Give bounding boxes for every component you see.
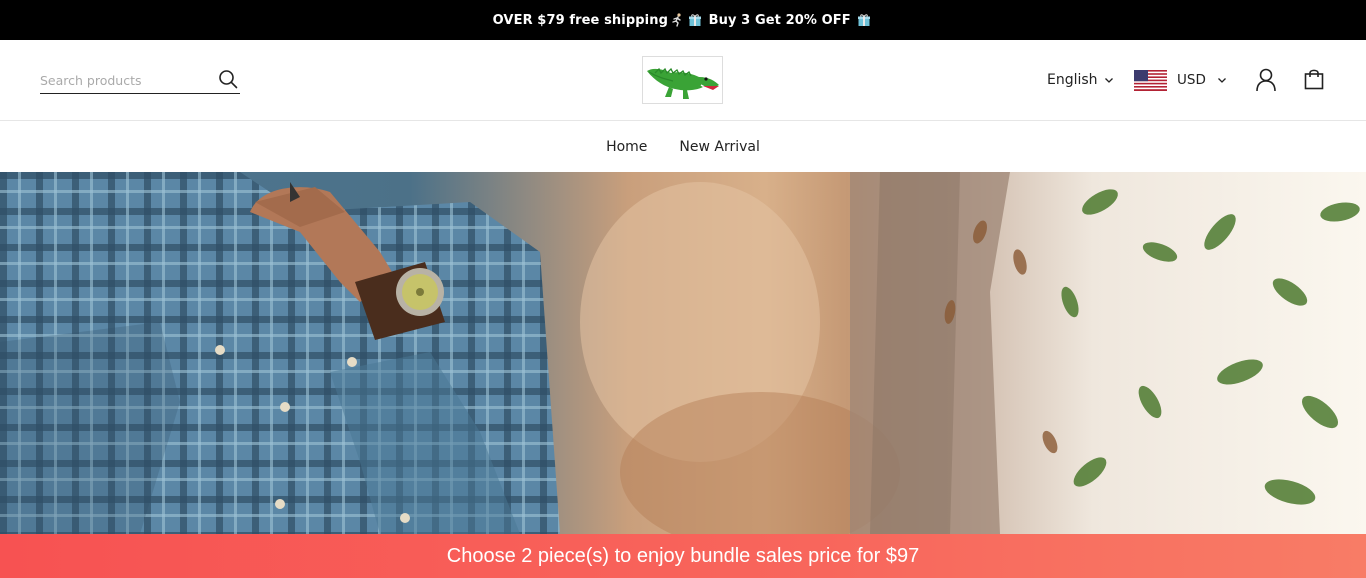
chevron-down-icon [1217, 78, 1226, 83]
announcement-offer-text: Buy 3 Get 20% OFF [703, 12, 856, 28]
announcement-shipping-text: OVER $79 free shipping [492, 12, 668, 28]
search-form [40, 68, 240, 94]
account-icon[interactable] [1255, 68, 1277, 92]
gift-icon [688, 14, 701, 26]
nav-item-new-arrival[interactable]: New Arrival [679, 139, 759, 155]
language-selector[interactable]: English [1047, 70, 1114, 90]
hero-banner-image [0, 172, 1366, 534]
currency-selector[interactable]: USD [1134, 69, 1227, 91]
language-label: English [1047, 72, 1098, 88]
bundle-sale-text: Choose 2 piece(s) to enjoy bundle sales … [446, 544, 920, 567]
search-input[interactable] [40, 69, 210, 92]
main-nav: Home New Arrival [0, 121, 1366, 172]
crocodile-logo-icon [647, 67, 720, 99]
announcement-bar: OVER $79 free shipping Buy 3 Get 20% OFF [0, 0, 1366, 40]
site-logo[interactable] [642, 56, 723, 104]
chevron-down-icon [1104, 78, 1113, 83]
cart-bag-icon[interactable] [1304, 68, 1324, 90]
search-icon[interactable] [218, 69, 238, 89]
hero-illustration [0, 172, 1360, 534]
bundle-sale-banner[interactable]: Choose 2 piece(s) to enjoy bundle sales … [0, 534, 1366, 578]
gift-icon [858, 14, 871, 26]
us-flag-icon [1134, 69, 1167, 91]
runner-icon [672, 13, 681, 27]
nav-item-home[interactable]: Home [606, 139, 647, 155]
site-header: English USD [0, 40, 1366, 121]
currency-label: USD [1177, 72, 1206, 88]
